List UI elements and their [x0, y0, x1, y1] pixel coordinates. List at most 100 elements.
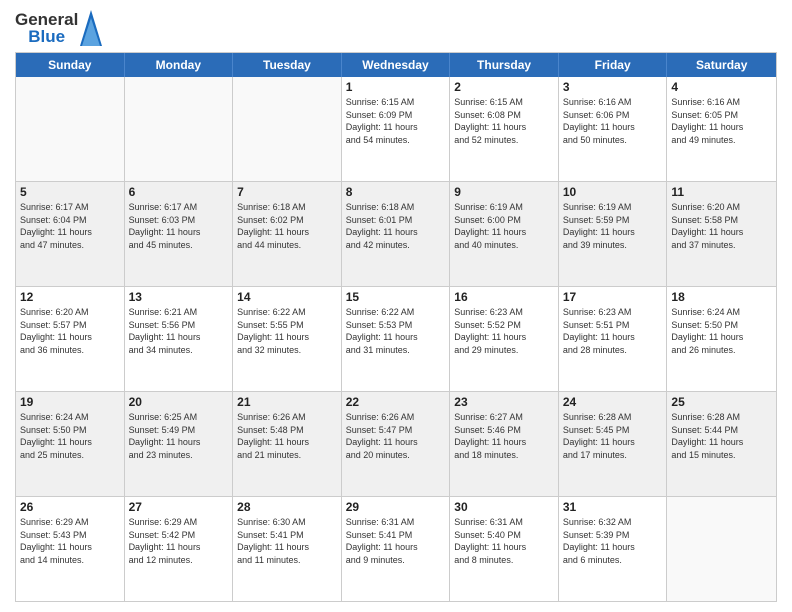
- day-info: Sunrise: 6:19 AM Sunset: 6:00 PM Dayligh…: [454, 201, 554, 251]
- calendar-body: 1 Sunrise: 6:15 AM Sunset: 6:09 PM Daylig…: [16, 77, 776, 601]
- calendar-cell: 18Sunrise: 6:24 AM Sunset: 5:50 PM Dayli…: [667, 287, 776, 391]
- day-info: Sunrise: 6:21 AM Sunset: 5:56 PM Dayligh…: [129, 306, 229, 356]
- calendar: SundayMondayTuesdayWednesdayThursdayFrid…: [15, 52, 777, 602]
- day-number: 14: [237, 290, 337, 304]
- calendar-cell: 2 Sunrise: 6:15 AM Sunset: 6:08 PM Daylig…: [450, 77, 559, 181]
- day-number: 6: [129, 185, 229, 199]
- logo: General Blue: [15, 10, 102, 46]
- day-info: Sunrise: 6:15 AM Sunset: 6:08 PM Dayligh…: [454, 96, 554, 146]
- day-number: 13: [129, 290, 229, 304]
- day-info: Sunrise: 6:24 AM Sunset: 5:50 PM Dayligh…: [20, 411, 120, 461]
- calendar-cell: 13 Sunrise: 6:21 AM Sunset: 5:56 PM Dayli…: [125, 287, 234, 391]
- calendar-cell: 25 Sunrise: 6:28 AM Sunset: 5:44 PM Dayli…: [667, 392, 776, 496]
- page: General Blue SundayMondayTuesdayWednesda…: [0, 0, 792, 612]
- calendar-cell: 1 Sunrise: 6:15 AM Sunset: 6:09 PM Daylig…: [342, 77, 451, 181]
- day-number: 12: [20, 290, 120, 304]
- calendar-cell: 4 Sunrise: 6:16 AM Sunset: 6:05 PM Daylig…: [667, 77, 776, 181]
- calendar-cell: 15Sunrise: 6:22 AM Sunset: 5:53 PM Dayli…: [342, 287, 451, 391]
- calendar-cell: 28 Sunrise: 6:30 AM Sunset: 5:41 PM Dayli…: [233, 497, 342, 601]
- day-number: 11: [671, 185, 772, 199]
- calendar-cell: 3 Sunrise: 6:16 AM Sunset: 6:06 PM Daylig…: [559, 77, 668, 181]
- day-number: 24: [563, 395, 663, 409]
- day-info: Sunrise: 6:17 AM Sunset: 6:03 PM Dayligh…: [129, 201, 229, 251]
- calendar-cell: 29 Sunrise: 6:31 AM Sunset: 5:41 PM Dayli…: [342, 497, 451, 601]
- calendar-cell: 7 Sunrise: 6:18 AM Sunset: 6:02 PM Daylig…: [233, 182, 342, 286]
- day-number: 10: [563, 185, 663, 199]
- day-info: Sunrise: 6:18 AM Sunset: 6:01 PM Dayligh…: [346, 201, 446, 251]
- calendar-cell: [233, 77, 342, 181]
- day-number: 9: [454, 185, 554, 199]
- day-number: 20: [129, 395, 229, 409]
- calendar-cell: 20Sunrise: 6:25 AM Sunset: 5:49 PM Dayli…: [125, 392, 234, 496]
- day-number: 27: [129, 500, 229, 514]
- day-info: Sunrise: 6:30 AM Sunset: 5:41 PM Dayligh…: [237, 516, 337, 566]
- calendar-cell: 30Sunrise: 6:31 AM Sunset: 5:40 PM Dayli…: [450, 497, 559, 601]
- day-info: Sunrise: 6:26 AM Sunset: 5:47 PM Dayligh…: [346, 411, 446, 461]
- day-info: Sunrise: 6:23 AM Sunset: 5:51 PM Dayligh…: [563, 306, 663, 356]
- day-number: 1: [346, 80, 446, 94]
- day-info: Sunrise: 6:15 AM Sunset: 6:09 PM Dayligh…: [346, 96, 446, 146]
- day-info: Sunrise: 6:20 AM Sunset: 5:57 PM Dayligh…: [20, 306, 120, 356]
- day-info: Sunrise: 6:28 AM Sunset: 5:45 PM Dayligh…: [563, 411, 663, 461]
- calendar-cell: 8 Sunrise: 6:18 AM Sunset: 6:01 PM Daylig…: [342, 182, 451, 286]
- day-number: 31: [563, 500, 663, 514]
- day-number: 8: [346, 185, 446, 199]
- calendar-row: 26 Sunrise: 6:29 AM Sunset: 5:43 PM Dayli…: [16, 496, 776, 601]
- day-number: 19: [20, 395, 120, 409]
- day-info: Sunrise: 6:20 AM Sunset: 5:58 PM Dayligh…: [671, 201, 772, 251]
- calendar-row: 1 Sunrise: 6:15 AM Sunset: 6:09 PM Daylig…: [16, 77, 776, 181]
- day-number: 26: [20, 500, 120, 514]
- logo-general-text: General: [15, 11, 78, 28]
- calendar-cell: 21 Sunrise: 6:26 AM Sunset: 5:48 PM Dayli…: [233, 392, 342, 496]
- calendar-cell: 11 Sunrise: 6:20 AM Sunset: 5:58 PM Dayli…: [667, 182, 776, 286]
- logo-triangle-icon: [80, 10, 102, 46]
- calendar-cell: [16, 77, 125, 181]
- day-info: Sunrise: 6:23 AM Sunset: 5:52 PM Dayligh…: [454, 306, 554, 356]
- calendar-cell: 17 Sunrise: 6:23 AM Sunset: 5:51 PM Dayli…: [559, 287, 668, 391]
- calendar-cell: 6 Sunrise: 6:17 AM Sunset: 6:03 PM Daylig…: [125, 182, 234, 286]
- calendar-cell: [667, 497, 776, 601]
- day-info: Sunrise: 6:29 AM Sunset: 5:43 PM Dayligh…: [20, 516, 120, 566]
- day-info: Sunrise: 6:22 AM Sunset: 5:55 PM Dayligh…: [237, 306, 337, 356]
- weekday-header: Monday: [125, 53, 234, 77]
- day-number: 29: [346, 500, 446, 514]
- header: General Blue: [15, 10, 777, 46]
- calendar-row: 19 Sunrise: 6:24 AM Sunset: 5:50 PM Dayli…: [16, 391, 776, 496]
- weekday-header: Saturday: [667, 53, 776, 77]
- calendar-cell: 16 Sunrise: 6:23 AM Sunset: 5:52 PM Dayli…: [450, 287, 559, 391]
- day-number: 25: [671, 395, 772, 409]
- weekday-header: Thursday: [450, 53, 559, 77]
- day-number: 2: [454, 80, 554, 94]
- day-number: 22: [346, 395, 446, 409]
- calendar-cell: 23 Sunrise: 6:27 AM Sunset: 5:46 PM Dayli…: [450, 392, 559, 496]
- day-number: 30: [454, 500, 554, 514]
- calendar-row: 5Sunrise: 6:17 AM Sunset: 6:04 PM Daylig…: [16, 181, 776, 286]
- day-number: 15: [346, 290, 446, 304]
- weekday-header: Wednesday: [342, 53, 451, 77]
- day-info: Sunrise: 6:27 AM Sunset: 5:46 PM Dayligh…: [454, 411, 554, 461]
- day-number: 21: [237, 395, 337, 409]
- day-info: Sunrise: 6:28 AM Sunset: 5:44 PM Dayligh…: [671, 411, 772, 461]
- day-info: Sunrise: 6:16 AM Sunset: 6:06 PM Dayligh…: [563, 96, 663, 146]
- calendar-cell: 22 Sunrise: 6:26 AM Sunset: 5:47 PM Dayli…: [342, 392, 451, 496]
- weekday-header: Tuesday: [233, 53, 342, 77]
- day-number: 3: [563, 80, 663, 94]
- day-number: 28: [237, 500, 337, 514]
- day-info: Sunrise: 6:26 AM Sunset: 5:48 PM Dayligh…: [237, 411, 337, 461]
- day-number: 23: [454, 395, 554, 409]
- day-number: 16: [454, 290, 554, 304]
- day-info: Sunrise: 6:18 AM Sunset: 6:02 PM Dayligh…: [237, 201, 337, 251]
- calendar-cell: 10Sunrise: 6:19 AM Sunset: 5:59 PM Dayli…: [559, 182, 668, 286]
- calendar-cell: 5Sunrise: 6:17 AM Sunset: 6:04 PM Daylig…: [16, 182, 125, 286]
- calendar-cell: 12 Sunrise: 6:20 AM Sunset: 5:57 PM Dayli…: [16, 287, 125, 391]
- day-number: 4: [671, 80, 772, 94]
- calendar-header: SundayMondayTuesdayWednesdayThursdayFrid…: [16, 53, 776, 77]
- day-info: Sunrise: 6:16 AM Sunset: 6:05 PM Dayligh…: [671, 96, 772, 146]
- day-number: 17: [563, 290, 663, 304]
- calendar-cell: 14 Sunrise: 6:22 AM Sunset: 5:55 PM Dayli…: [233, 287, 342, 391]
- day-number: 7: [237, 185, 337, 199]
- calendar-cell: 24 Sunrise: 6:28 AM Sunset: 5:45 PM Dayli…: [559, 392, 668, 496]
- day-info: Sunrise: 6:29 AM Sunset: 5:42 PM Dayligh…: [129, 516, 229, 566]
- day-info: Sunrise: 6:31 AM Sunset: 5:41 PM Dayligh…: [346, 516, 446, 566]
- day-info: Sunrise: 6:32 AM Sunset: 5:39 PM Dayligh…: [563, 516, 663, 566]
